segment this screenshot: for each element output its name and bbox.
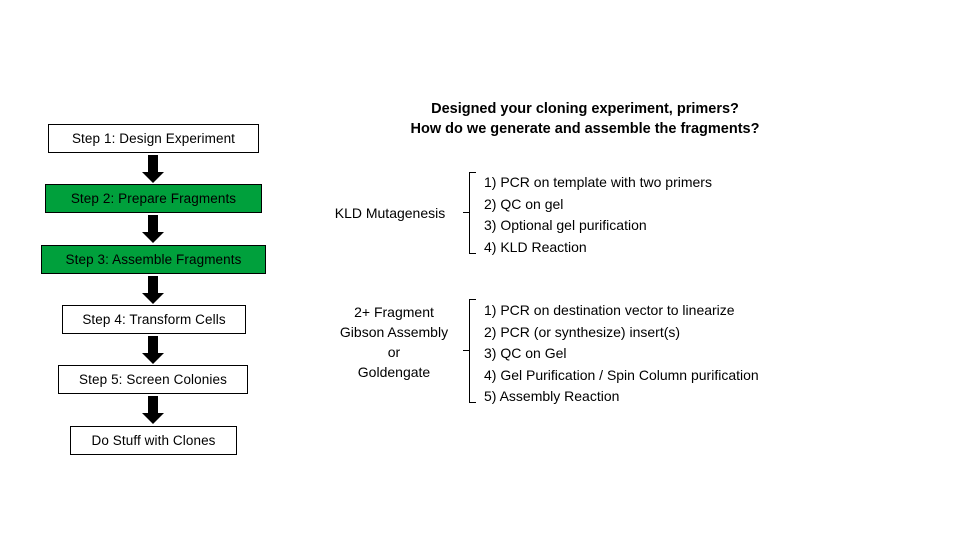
method-kld-step-3: 3) Optional gel purification [484, 217, 647, 233]
method-kld-step-4: 4) KLD Reaction [484, 238, 587, 255]
slide-canvas: Step 1: Design Experiment Step 2: Prepar… [0, 0, 960, 540]
flow-arrow-1 [142, 155, 164, 183]
method-gibson-step-1: 1) PCR on destination vector to lineariz… [484, 302, 735, 318]
method-gibson-bracket [463, 299, 477, 403]
flow-step-4[interactable]: Step 4: Transform Cells [62, 305, 246, 334]
method-gibson-label-line-4: Goldengate [357, 364, 431, 380]
flow-step-1[interactable]: Step 1: Design Experiment [48, 124, 259, 153]
flow-arrow-3 [142, 276, 164, 304]
flow-arrow-2 [142, 215, 164, 243]
flow-step-3-label: Step 3: Assemble Fragments [65, 251, 242, 267]
method-gibson-steps: 1) PCR on destination vector to lineariz… [484, 300, 759, 408]
flow-step-1-label: Step 1: Design Experiment [71, 130, 236, 146]
flow-step-6-label: Do Stuff with Clones [91, 432, 216, 448]
method-kld-step-2: 2) QC on gel [484, 195, 564, 212]
flow-step-3[interactable]: Step 3: Assemble Fragments [41, 245, 266, 274]
method-gibson-label-line-3: or [387, 344, 401, 360]
method-gibson-step-3: 3) QC on Gel [484, 345, 567, 361]
method-gibson-step-5: 5) Assembly Reaction [484, 388, 620, 404]
headline-line-1: Designed your cloning experiment, primer… [431, 101, 739, 117]
flow-step-5-label: Step 5: Screen Colonies [79, 371, 227, 387]
flow-step-2-label: Step 2: Prepare Fragments [70, 190, 237, 206]
method-gibson-step-2: 2) PCR (or synthesize) insert(s) [484, 323, 681, 340]
method-kld-step-1: 1) PCR on template with two primers [484, 174, 712, 190]
method-gibson-label-line-1: 2+ Fragment [354, 304, 434, 320]
headline-line-2: How do we generate and assemble the frag… [410, 121, 760, 137]
flow-step-6[interactable]: Do Stuff with Clones [70, 426, 237, 455]
flow-step-2[interactable]: Step 2: Prepare Fragments [45, 184, 262, 213]
method-kld-label: KLD Mutagenesis [315, 203, 465, 223]
method-gibson-step-4: 4) Gel Purification / Spin Column purifi… [484, 366, 759, 383]
flow-step-4-label: Step 4: Transform Cells [82, 311, 226, 327]
flow-step-5[interactable]: Step 5: Screen Colonies [58, 365, 248, 394]
method-kld-label-line-1: KLD Mutagenesis [334, 205, 446, 221]
method-kld-bracket [463, 172, 477, 254]
headline: Designed your cloning experiment, primer… [345, 99, 825, 139]
flow-arrow-4 [142, 336, 164, 364]
method-kld-steps: 1) PCR on template with two primers 2) Q… [484, 172, 712, 258]
method-gibson-label: 2+ Fragment Gibson Assembly or Goldengat… [318, 302, 470, 382]
flow-arrow-5 [142, 396, 164, 424]
method-gibson-label-line-2: Gibson Assembly [339, 324, 449, 340]
